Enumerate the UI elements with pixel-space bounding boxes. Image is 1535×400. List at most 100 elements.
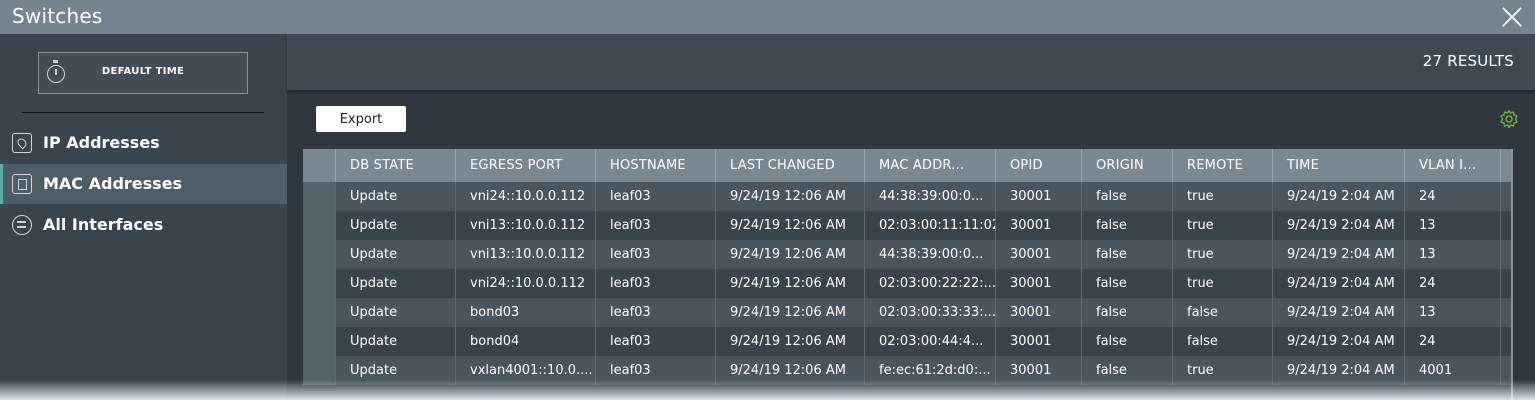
interfaces-icon — [12, 215, 32, 235]
table-cell: true — [1173, 182, 1273, 211]
table-cell: Update — [336, 240, 456, 269]
table-header: DB STATE EGRESS PORT HOSTNAME LAST CHANGED M… — [303, 149, 1511, 182]
sidebar-item-label: IP Addresses — [43, 133, 160, 152]
table-cell: 13 — [1405, 298, 1501, 327]
row-select-cell[interactable] — [303, 356, 336, 385]
table-cell: 9/24/19 2:04 AM — [1273, 298, 1405, 327]
table-cell: bond03 — [456, 298, 596, 327]
column-header[interactable]: TIME — [1273, 149, 1405, 182]
table-cell: 9/24/19 12:06 AM — [716, 269, 865, 298]
table-scrollbar[interactable] — [1511, 149, 1513, 400]
row-select-cell[interactable] — [303, 182, 336, 211]
sidebar-divider — [22, 112, 264, 113]
table-cell: 4001 — [1405, 356, 1501, 385]
table-cell: 13 — [1405, 211, 1501, 240]
column-header[interactable]: REMOTE — [1173, 149, 1273, 182]
table-row[interactable]: Update vni13::10.0.0.112 leaf03 9/24/19 12:… — [303, 211, 1511, 240]
table-cell: vni24::10.0.0.112 — [456, 269, 596, 298]
sidebar-item-mac-addresses[interactable]: MAC Addresses — [0, 164, 287, 204]
table-cell: true — [1173, 240, 1273, 269]
table-cell: false — [1082, 298, 1173, 327]
column-header[interactable]: OPID — [996, 149, 1082, 182]
column-header[interactable]: HOSTNAME — [596, 149, 716, 182]
column-header[interactable]: DB STATE — [336, 149, 456, 182]
default-time-button[interactable]: DEFAULT TIME — [38, 52, 248, 94]
row-select-cell[interactable] — [303, 211, 336, 240]
table-cell: false — [1082, 356, 1173, 385]
column-header[interactable]: MAC ADDR... — [865, 149, 996, 182]
table-cell: leaf03 — [596, 240, 716, 269]
table-cell: Update — [336, 327, 456, 356]
export-button[interactable]: Export — [316, 106, 406, 132]
table-cell: 30001 — [996, 298, 1082, 327]
results-bar: 27 RESULTS — [287, 34, 1535, 90]
table-cell: 30001 — [996, 240, 1082, 269]
window-title: Switches — [12, 4, 103, 28]
table-cell: 30001 — [996, 211, 1082, 240]
table-cell: false — [1082, 182, 1173, 211]
row-select-cell[interactable] — [303, 298, 336, 327]
table-cell: 02:03:00:11:11:02 — [865, 211, 996, 240]
table-row[interactable]: Update vxlan4001::10.0.... leaf03 9/24/19 1… — [303, 356, 1511, 385]
table-cell: vni13::10.0.0.112 — [456, 211, 596, 240]
table-row[interactable]: Update bond04 leaf03 9/24/19 12:06 AM 02:03:… — [303, 327, 1511, 356]
table-cell: 9/24/19 12:06 AM — [716, 211, 865, 240]
table-cell: 02:03:00:44:4... — [865, 327, 996, 356]
table-cell: 9/24/19 12:06 AM — [716, 298, 865, 327]
table-cell: 9/24/19 12:06 AM — [716, 327, 865, 356]
column-header[interactable]: ORIGIN — [1082, 149, 1173, 182]
close-icon[interactable] — [1501, 6, 1523, 28]
sidebar-item-all-interfaces[interactable]: All Interfaces — [0, 205, 287, 245]
table-row[interactable]: Update bond03 leaf03 9/24/19 12:06 AM 02:03:… — [303, 298, 1511, 327]
table-row[interactable]: Update vni13::10.0.0.112 leaf03 9/24/19 12:… — [303, 240, 1511, 269]
table-cell: leaf03 — [596, 269, 716, 298]
table-cell: leaf03 — [596, 356, 716, 385]
table-cell: 02:03:00:33:33:... — [865, 298, 996, 327]
table-cell: 9/24/19 12:06 AM — [716, 356, 865, 385]
table-cell: 9/24/19 12:06 AM — [716, 240, 865, 269]
table-cell: 02:03:00:22:22:... — [865, 269, 996, 298]
table-cell: 24 — [1405, 327, 1501, 356]
table-cell: 24 — [1405, 269, 1501, 298]
title-bar: Switches — [0, 0, 1535, 34]
table-cell: 9/24/19 2:04 AM — [1273, 182, 1405, 211]
table-cell: vxlan4001::10.0.... — [456, 356, 596, 385]
table-cell: false — [1082, 269, 1173, 298]
table-cell: Update — [336, 182, 456, 211]
select-column-header[interactable] — [303, 149, 336, 182]
column-header[interactable]: VLAN I... — [1405, 149, 1501, 182]
table-cell: Update — [336, 356, 456, 385]
table-cell: Update — [336, 298, 456, 327]
table-cell: true — [1173, 211, 1273, 240]
table-cell: false — [1082, 327, 1173, 356]
sidebar-item-ip-addresses[interactable]: IP Addresses — [0, 123, 287, 163]
table-cell: leaf03 — [596, 327, 716, 356]
table-cell: 9/24/19 2:04 AM — [1273, 327, 1405, 356]
table-cell: 44:38:39:00:0... — [865, 182, 996, 211]
table-cell: 24 — [1405, 182, 1501, 211]
mac-address-table: DB STATE EGRESS PORT HOSTNAME LAST CHANGED M… — [303, 149, 1513, 400]
table-cell: 9/24/19 12:06 AM — [716, 182, 865, 211]
column-header[interactable]: LAST CHANGED — [716, 149, 865, 182]
table-cell: bond04 — [456, 327, 596, 356]
table-cell: false — [1173, 327, 1273, 356]
ip-address-icon — [12, 133, 32, 153]
mac-address-icon — [12, 174, 32, 194]
row-select-cell[interactable] — [303, 240, 336, 269]
table-cell: 44:38:39:00:0... — [865, 240, 996, 269]
gear-icon[interactable] — [1499, 109, 1519, 129]
default-time-label: DEFAULT TIME — [101, 66, 185, 77]
table-cell: true — [1173, 269, 1273, 298]
table-cell: 9/24/19 2:04 AM — [1273, 356, 1405, 385]
table-cell: 9/24/19 2:04 AM — [1273, 240, 1405, 269]
row-select-cell[interactable] — [303, 327, 336, 356]
table-cell: Update — [336, 269, 456, 298]
table-cell: false — [1082, 211, 1173, 240]
table-row[interactable]: Update vni24::10.0.0.112 leaf03 9/24/19 12:… — [303, 269, 1511, 298]
table-row[interactable]: Update vni24::10.0.0.112 leaf03 9/24/19 12:… — [303, 182, 1511, 211]
table-cell: vni24::10.0.0.112 — [456, 182, 596, 211]
column-header[interactable]: EGRESS PORT — [456, 149, 596, 182]
row-select-cell[interactable] — [303, 269, 336, 298]
results-count: 27 RESULTS — [1422, 52, 1514, 70]
table-cell: vni13::10.0.0.112 — [456, 240, 596, 269]
